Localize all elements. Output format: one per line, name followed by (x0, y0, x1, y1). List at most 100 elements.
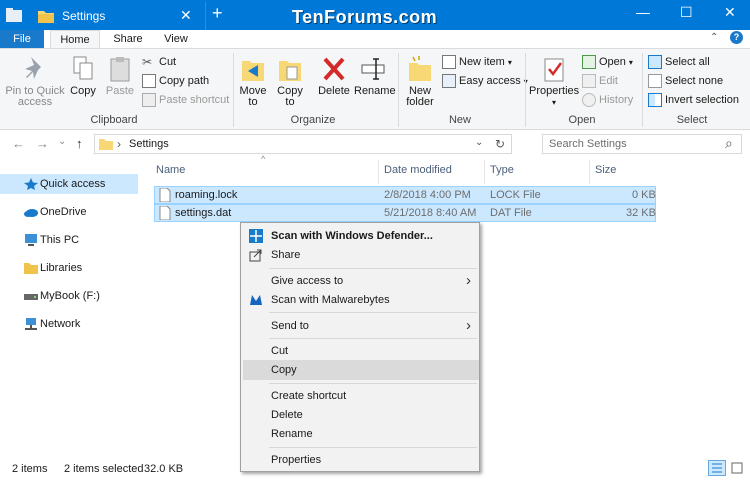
column-header-size[interactable]: Size (595, 164, 616, 176)
chevron-right-icon: › (466, 272, 471, 289)
column-separator[interactable] (484, 160, 485, 184)
easy-access-button[interactable]: Easy access▾ (442, 72, 528, 90)
menu-item-create-shortcut[interactable]: Create shortcut (243, 386, 479, 406)
large-icons-view-icon (731, 462, 743, 474)
edit-button[interactable]: Edit (582, 72, 618, 90)
nav-item-quick-access[interactable]: Quick access (0, 174, 138, 194)
navigation-pane: Quick access OneDrive This PC Libraries … (0, 158, 140, 458)
address-dropdown-button[interactable]: ⌄ (475, 137, 483, 148)
open-button[interactable]: Open ▾ (582, 53, 633, 71)
select-none-icon (648, 74, 662, 88)
library-icon (24, 263, 38, 274)
file-name: roaming.lock (175, 189, 238, 201)
pin-to-quick-access-button[interactable]: Pin to Quick access (4, 55, 66, 108)
address-bar[interactable]: › Settings ⌄ ↻ (94, 134, 512, 154)
forward-button[interactable]: → (36, 136, 49, 151)
up-button[interactable]: ↑ (76, 136, 83, 151)
invert-selection-icon (648, 93, 662, 107)
nav-item-this-pc[interactable]: This PC (0, 230, 138, 250)
tab-home[interactable]: Home (50, 30, 100, 48)
tab-file[interactable]: File (0, 30, 44, 48)
computer-icon (25, 234, 37, 246)
new-folder-button[interactable]: New folder (402, 55, 438, 108)
new-tab-button[interactable]: + (212, 3, 223, 24)
clipboard-icon (110, 57, 130, 82)
file-icon (159, 188, 171, 202)
nav-item-libraries[interactable]: Libraries (0, 258, 138, 278)
status-selected-size: 32.0 KB (144, 463, 184, 475)
column-header-type[interactable]: Type (490, 164, 514, 176)
file-size: 32 KB (626, 207, 656, 219)
easy-access-icon (442, 74, 456, 88)
details-view-button[interactable] (708, 460, 726, 476)
copy-button[interactable]: Copy (68, 55, 98, 97)
large-icons-view-button[interactable] (730, 461, 744, 475)
table-row[interactable]: settings.dat 5/21/2018 8:40 AM DAT File … (154, 204, 656, 222)
file-type: DAT File (490, 207, 532, 219)
menu-item-delete[interactable]: Delete (243, 405, 479, 425)
maximize-button[interactable]: ☐ (680, 4, 693, 21)
ribbon-collapse-icon[interactable]: ⌃ (710, 32, 718, 43)
close-button[interactable]: ✕ (724, 4, 736, 21)
help-icon[interactable]: ? (730, 31, 743, 44)
history-button[interactable]: History (582, 91, 633, 109)
menu-item-share[interactable]: Share (243, 245, 479, 265)
rename-button[interactable]: Rename (354, 55, 396, 97)
menu-item-cut[interactable]: Cut (243, 341, 479, 361)
copy-to-button[interactable]: Copy to (275, 55, 305, 108)
recent-locations-button[interactable]: ⌄ (58, 136, 66, 147)
select-none-button[interactable]: Select none (648, 72, 723, 90)
menu-item-rename[interactable]: Rename (243, 424, 479, 444)
ribbon-tabs: File Home Share View ⌃ ? (0, 30, 750, 48)
back-button[interactable]: ← (12, 136, 25, 151)
window-tab[interactable]: Settings ✕ (30, 2, 206, 30)
chevron-right-icon: › (466, 317, 471, 334)
paste-shortcut-button[interactable]: Paste shortcut (142, 91, 229, 109)
column-separator[interactable] (589, 160, 590, 184)
nav-item-mybook[interactable]: MyBook (F:) (0, 286, 138, 306)
column-header-date[interactable]: Date modified (384, 164, 452, 176)
move-to-icon (242, 61, 264, 81)
delete-button[interactable]: Delete (316, 55, 352, 97)
refresh-button[interactable]: ↻ (495, 137, 505, 151)
menu-separator (269, 268, 477, 269)
tab-view[interactable]: View (160, 30, 192, 48)
tab-close-button[interactable]: ✕ (180, 7, 192, 24)
new-item-button[interactable]: New item ▾ (442, 53, 512, 71)
ribbon-divider (398, 53, 399, 127)
open-icon (582, 55, 596, 69)
nav-item-onedrive[interactable]: OneDrive (0, 202, 138, 222)
select-all-button[interactable]: Select all (648, 53, 710, 71)
search-icon: ⌕ (725, 135, 733, 151)
column-header-name[interactable]: Name (156, 164, 185, 176)
table-row[interactable]: roaming.lock 2/8/2018 4:00 PM LOCK File … (154, 186, 656, 204)
breadcrumb[interactable]: Settings (129, 138, 169, 150)
menu-item-scan-defender[interactable]: Scan with Windows Defender... (243, 226, 479, 246)
tab-share[interactable]: Share (108, 30, 148, 48)
move-to-button[interactable]: Move to (238, 55, 268, 108)
nav-item-network[interactable]: Network (0, 314, 138, 334)
properties-icon (544, 58, 564, 82)
sort-ascending-icon: ^ (261, 154, 266, 164)
menu-item-copy[interactable]: Copy (243, 360, 479, 380)
window-title: Settings (62, 9, 106, 23)
menu-item-scan-malwarebytes[interactable]: Scan with Malwarebytes (243, 290, 479, 310)
paste-button[interactable]: Paste (104, 55, 136, 97)
select-all-icon (648, 55, 662, 69)
column-separator[interactable] (378, 160, 379, 184)
ribbon-divider (525, 53, 526, 127)
search-input[interactable]: Search Settings ⌕ (542, 134, 742, 154)
cut-button[interactable]: ✂ Cut (142, 53, 176, 71)
menu-item-give-access[interactable]: Give access to › (243, 271, 479, 291)
minimize-button[interactable]: — (636, 4, 650, 20)
group-label-organize: Organize (290, 114, 336, 126)
properties-button[interactable]: Properties ▾ (529, 55, 579, 108)
menu-item-properties[interactable]: Properties (243, 450, 479, 470)
file-date: 5/21/2018 8:40 AM (384, 207, 477, 219)
copy-path-button[interactable]: Copy path (142, 72, 209, 90)
invert-selection-button[interactable]: Invert selection (648, 91, 739, 109)
menu-item-send-to[interactable]: Send to › (243, 316, 479, 336)
pin-icon (25, 57, 41, 79)
malwarebytes-icon (250, 295, 262, 305)
group-label-select: Select (676, 114, 708, 126)
